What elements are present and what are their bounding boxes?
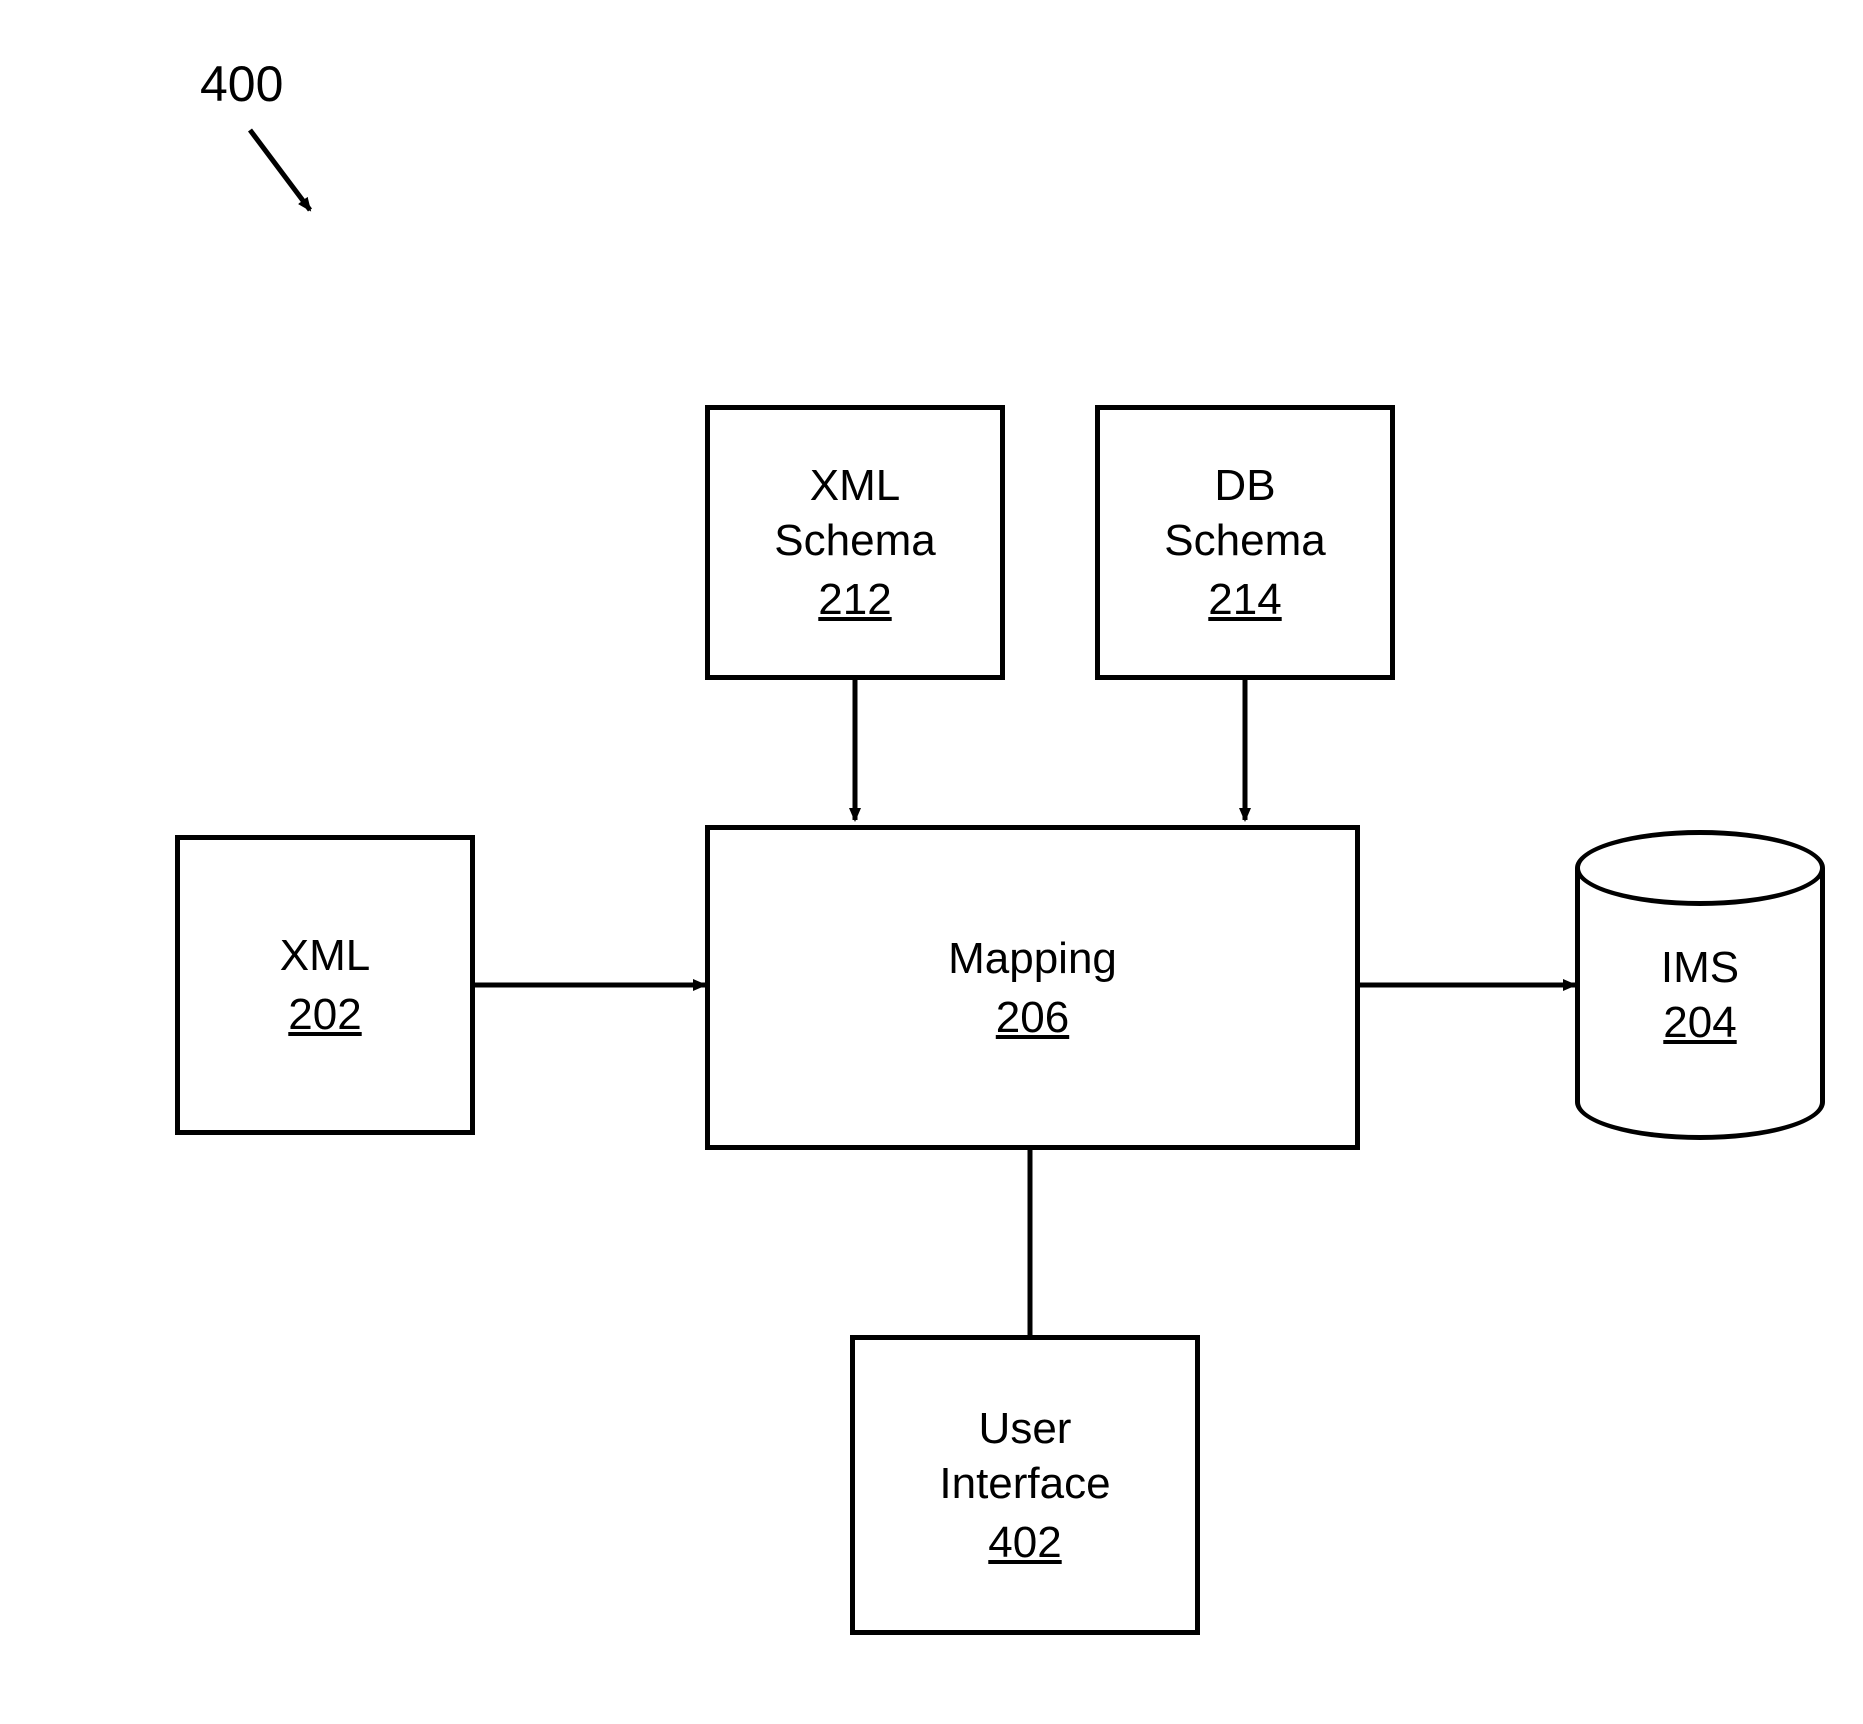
ims-database-block: IMS 204 [1575, 830, 1825, 1140]
db-schema-ref: 214 [1208, 572, 1281, 627]
diagram-canvas: 400 XML Schema 212 DB Schema 214 [0, 0, 1863, 1724]
mapping-ref: 206 [996, 990, 1069, 1045]
ims-ref: 204 [1575, 995, 1825, 1050]
db-schema-title: DB Schema [1164, 458, 1325, 568]
xml-title: XML [280, 928, 370, 983]
figure-reference-label: 400 [200, 55, 283, 113]
ims-title: IMS [1575, 940, 1825, 995]
ui-title: User Interface [939, 1401, 1110, 1511]
ui-ref: 402 [988, 1515, 1061, 1570]
cylinder-top [1575, 830, 1825, 906]
user-interface-block: User Interface 402 [850, 1335, 1200, 1635]
mapping-block: Mapping 206 [705, 825, 1360, 1150]
xml-schema-ref: 212 [818, 572, 891, 627]
mapping-title: Mapping [948, 931, 1117, 986]
xml-ref: 202 [288, 987, 361, 1042]
xml-schema-block: XML Schema 212 [705, 405, 1005, 680]
db-schema-block: DB Schema 214 [1095, 405, 1395, 680]
xml-block: XML 202 [175, 835, 475, 1135]
xml-schema-title: XML Schema [774, 458, 935, 568]
